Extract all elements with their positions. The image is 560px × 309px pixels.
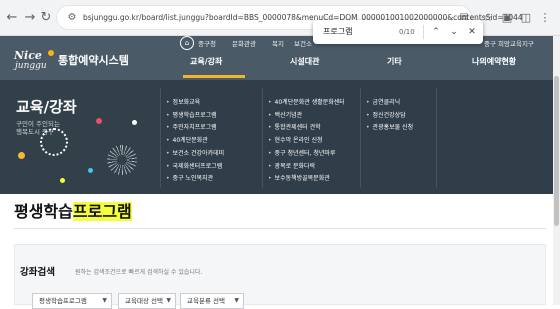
menu-link-youth-center[interactable]: 중구 청년센터, 청년마루 <box>268 148 345 161</box>
menu-link-senior-welfare[interactable]: 중구 노인복지관 <box>166 173 224 186</box>
util-link-culture[interactable]: 문화관광 <box>232 38 256 48</box>
column-divider <box>436 88 437 188</box>
chevron-down-icon: ▼ <box>234 297 239 304</box>
extensions-icon[interactable]: ▣ <box>499 10 515 26</box>
nav-my-reservations[interactable]: 나의예약현황 <box>472 56 516 72</box>
site-info-icon[interactable]: ⚙ <box>65 11 79 25</box>
program-select[interactable]: 평생학습프로그램 ▼ <box>32 293 112 309</box>
search-panel-title: 강좌검색 <box>20 267 55 278</box>
search-panel-description: 원하는 검색조건으로 빠르게 검색하실 수 있습니다. <box>75 269 203 276</box>
menu-link-resident-autonomy[interactable]: 주민자치프로그램 <box>166 122 224 135</box>
page-title-highlight: 프로그램 <box>72 202 132 221</box>
decorative-ring <box>40 128 68 156</box>
program-select-value: 평생학습프로그램 <box>39 297 87 305</box>
chevron-down-icon: ▼ <box>166 297 171 304</box>
menu-link-international-center[interactable]: 국제화센터프로그램 <box>166 161 224 174</box>
decorative-dot <box>60 178 65 183</box>
menu-link-it-education[interactable]: 정보화교육 <box>166 97 224 110</box>
find-next-icon[interactable]: ⌄ <box>447 24 461 40</box>
decorative-dot <box>18 152 25 159</box>
menu-link-culture-center[interactable]: 40계단문화관 생활문화센터 <box>268 97 345 110</box>
util-link-district[interactable]: 중구청 <box>198 38 216 48</box>
target-select[interactable]: 교육대상 선택 ▼ <box>118 293 176 309</box>
menu-icon[interactable]: ⋮ <box>537 10 553 26</box>
column-divider <box>160 88 161 188</box>
decorative-burst-core <box>117 155 127 165</box>
reload-icon[interactable]: ↻ <box>38 10 54 26</box>
menu-link-bosu-bookstreet[interactable]: 보수동책방골목문화관 <box>268 173 345 186</box>
title-divider <box>14 228 546 229</box>
find-in-page-bar: 프로그램 0/10 ⌃ ⌄ ✕ <box>313 20 483 44</box>
decorative-dot <box>88 168 93 173</box>
find-previous-icon[interactable]: ⌃ <box>429 24 443 40</box>
find-close-icon[interactable]: ✕ <box>465 24 479 40</box>
page-scrollbar[interactable] <box>553 36 560 305</box>
menu-link-smoking-clinic[interactable]: 금연클리닉 <box>366 97 413 110</box>
menu-column-facilities: 40계단문화관 생활문화센터 백산기념관 통합관제센터 견학 현수막 온라인 신… <box>268 97 345 186</box>
category-select-value: 교육분류 선택 <box>187 297 225 305</box>
nav-active-indicator <box>183 75 245 78</box>
mega-menu-title: 교육/강좌 <box>16 98 77 116</box>
scrollbar-thumb[interactable] <box>554 76 559 226</box>
util-link-welfare[interactable]: 복지 <box>272 38 284 48</box>
nav-facility-rental[interactable]: 시설대관 <box>290 56 319 72</box>
menu-link-40-steps-hall[interactable]: 40계단문화관 <box>166 135 224 148</box>
side-panel-icon[interactable]: ◫ <box>518 10 534 26</box>
column-divider <box>360 88 361 188</box>
decorative-dot <box>132 120 137 125</box>
chevron-down-icon: ▼ <box>102 297 107 304</box>
menu-link-banner-request[interactable]: 현수막 온라인 신청 <box>268 135 345 148</box>
page-title-plain: 평생학습 <box>14 202 73 221</box>
decorative-dot <box>96 118 102 124</box>
column-divider <box>262 88 263 188</box>
home-icon[interactable]: ⌂ <box>180 36 194 50</box>
nav-education[interactable]: 교육/강좌 <box>190 56 222 72</box>
menu-link-mental-health[interactable]: 정신건강상담 <box>366 110 413 123</box>
menu-link-lifelong-learning[interactable]: 평생학습프로그램 <box>166 110 224 123</box>
nav-other[interactable]: 기타 <box>387 56 402 72</box>
logo-text-junggu: junggu <box>15 61 47 71</box>
find-match-count: 0/10 <box>399 28 415 36</box>
logo-mark <box>48 50 54 56</box>
subtitle-line-1: 구민이 주인되는 <box>16 120 60 128</box>
site-name[interactable]: 통합예약시스템 <box>58 52 129 68</box>
menu-link-health-academy[interactable]: 보건소 건강아카데미 <box>166 148 225 161</box>
find-input[interactable]: 프로그램 <box>323 26 352 38</box>
find-separator <box>423 25 424 39</box>
util-link-health[interactable]: 보건소 <box>294 38 312 48</box>
menu-link-baeksan-memorial[interactable]: 백산기념관 <box>268 110 345 123</box>
page-title: 평생학습프로그램 <box>14 198 132 222</box>
menu-link-tour-promo[interactable]: 관광홍보물 신청 <box>366 122 414 135</box>
util-link-edu-district[interactable]: 중구 희망교육지구 <box>484 38 534 48</box>
site-logo[interactable]: Nice junggu <box>14 49 54 75</box>
menu-link-gwangbok-dalak[interactable]: 광복로 문화다락 <box>268 161 345 174</box>
target-select-value: 교육대상 선택 <box>125 297 163 305</box>
menu-column-other: 금연클리닉 정신건강상담 관광홍보물 신청 <box>366 97 414 135</box>
menu-column-education: 정보화교육 평생학습프로그램 주민자치프로그램 40계단문화관 보건소 건강아카… <box>166 97 225 186</box>
forward-icon[interactable]: → <box>22 10 38 26</box>
back-icon[interactable]: ← <box>4 10 20 26</box>
category-select[interactable]: 교육분류 선택 ▼ <box>180 293 244 309</box>
menu-link-control-center-tour[interactable]: 통합관제센터 견학 <box>268 122 345 135</box>
